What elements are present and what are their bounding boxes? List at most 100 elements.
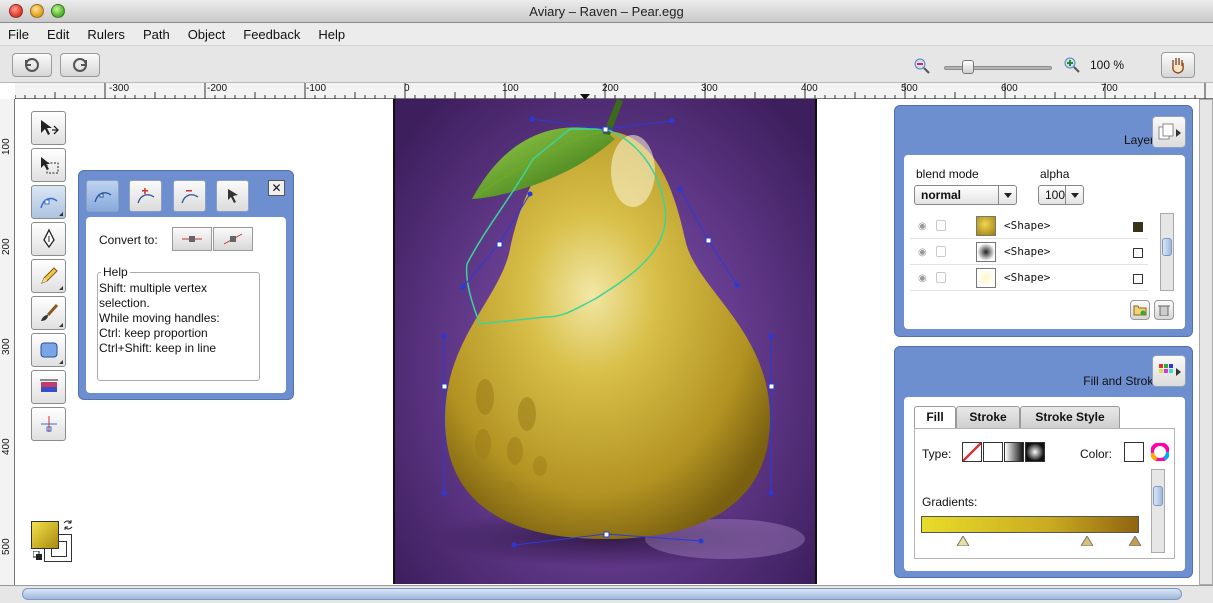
add-layer-folder-button[interactable] <box>1130 300 1150 320</box>
fill-color-swatch-box[interactable] <box>1124 442 1144 462</box>
pear-illustration[interactable] <box>395 99 815 584</box>
ruler-label: 500 <box>1 538 12 555</box>
ruler-label: 700 <box>1101 83 1118 94</box>
artboard[interactable] <box>393 99 817 584</box>
layer-row[interactable]: ◉ <Shape> <box>910 239 1148 265</box>
menu-path[interactable]: Path <box>135 23 180 45</box>
undo-button[interactable] <box>12 53 52 77</box>
edit-node-mode-button[interactable] <box>86 180 119 212</box>
canvas-vertical-scrollbar[interactable] <box>1199 99 1213 585</box>
visibility-eye-icon[interactable]: ◉ <box>918 247 927 258</box>
blend-mode-value: normal <box>921 188 962 202</box>
submenu-corner-icon <box>59 286 63 290</box>
color-grid-icon <box>1159 364 1173 373</box>
layer-select-checkbox[interactable] <box>1133 222 1143 232</box>
layer-row[interactable]: ◉ <Shape> <box>910 213 1148 239</box>
menu-file[interactable]: File <box>0 23 39 45</box>
menu-feedback[interactable]: Feedback <box>235 23 310 45</box>
gradient-bar[interactable] <box>921 516 1139 533</box>
canvas-horizontal-scrollbar[interactable] <box>0 585 1213 603</box>
zoom-window-button[interactable] <box>51 4 65 18</box>
fill-scrollbar[interactable] <box>1151 469 1165 553</box>
layer-select-checkbox[interactable] <box>1133 248 1143 258</box>
brush-tool-button[interactable] <box>31 296 66 330</box>
menu-bar: File Edit Rulers Path Object Feedback He… <box>0 23 1213 46</box>
visibility-eye-icon[interactable]: ◉ <box>918 221 927 232</box>
layer-row[interactable]: ◉ <Shape> <box>910 265 1148 291</box>
menu-edit[interactable]: Edit <box>39 23 79 45</box>
gradient-stop-icon[interactable] <box>957 536 969 546</box>
menu-help[interactable]: Help <box>310 23 355 45</box>
tab-stroke[interactable]: Stroke <box>956 406 1020 428</box>
gradient-stop-icon[interactable] <box>1129 536 1141 546</box>
zoom-in-icon[interactable] <box>1064 57 1080 73</box>
blend-mode-select[interactable]: normal <box>914 185 1017 205</box>
gradient-stop-icon[interactable] <box>1081 536 1093 546</box>
gradient-tool-button[interactable] <box>31 370 66 404</box>
tab-fill[interactable]: Fill <box>914 406 956 429</box>
submenu-corner-icon <box>59 360 63 364</box>
layer-thumbnail <box>976 242 996 262</box>
layer-select-checkbox[interactable] <box>1133 274 1143 284</box>
measure-tool-button[interactable] <box>31 407 66 441</box>
rounded-rect-icon <box>40 342 57 358</box>
fill-type-solid[interactable] <box>983 442 1003 462</box>
pencil-icon <box>40 267 58 284</box>
fill-type-linear-gradient[interactable] <box>1004 442 1024 462</box>
ruler-label: -100 <box>306 83 327 94</box>
fill-stroke-panel-menu-button[interactable] <box>1152 355 1186 387</box>
add-node-button[interactable] <box>129 180 162 212</box>
menu-object[interactable]: Object <box>180 23 236 45</box>
path-edit-tool-button[interactable] <box>31 185 66 219</box>
lock-icon[interactable] <box>936 220 946 231</box>
fill-stroke-panel-title: Fill and Stroke <box>1083 374 1160 388</box>
add-node-icon <box>136 188 154 204</box>
select-tool-button[interactable] <box>31 111 66 145</box>
horizontal-scrollbar-thumb[interactable] <box>22 588 1182 600</box>
toolbar <box>0 46 1213 83</box>
chevron-right-icon <box>1176 129 1181 137</box>
tool-palette <box>31 111 67 444</box>
remove-node-button[interactable] <box>173 180 206 212</box>
help-text: Shift: multiple vertex selection. While … <box>99 281 220 355</box>
convert-to-smooth-button[interactable] <box>213 227 253 251</box>
hand-tool-button[interactable] <box>1161 52 1195 78</box>
fill-type-none[interactable] <box>962 442 982 462</box>
vertical-ruler: 100 200 300 400 500 <box>0 99 15 585</box>
zoom-out-icon[interactable] <box>914 58 930 74</box>
zoom-slider-track[interactable] <box>944 66 1052 70</box>
ruler-label: 300 <box>701 83 718 94</box>
pen-tool-button[interactable] <box>31 222 66 256</box>
bezier-node-icon <box>39 197 57 209</box>
title-bar: Aviary – Raven – Pear.egg <box>0 0 1213 23</box>
lock-icon[interactable] <box>936 272 946 283</box>
visibility-eye-icon[interactable]: ◉ <box>918 273 927 284</box>
marquee-select-tool-button[interactable] <box>31 148 66 182</box>
tab-stroke-style[interactable]: Stroke Style <box>1020 406 1120 428</box>
lock-icon[interactable] <box>936 246 946 257</box>
zoom-slider-thumb[interactable] <box>962 60 974 74</box>
select-node-arrow-button[interactable] <box>216 180 249 212</box>
trash-icon <box>1158 305 1170 316</box>
fill-color-swatch[interactable] <box>31 521 59 549</box>
menu-rulers[interactable]: Rulers <box>79 23 135 45</box>
pencil-tool-button[interactable] <box>31 259 66 293</box>
minimize-window-button[interactable] <box>30 4 44 18</box>
close-panel-button[interactable]: ✕ <box>268 180 285 196</box>
convert-to-corner-button[interactable] <box>172 227 212 251</box>
reset-colors-icon[interactable] <box>33 551 43 561</box>
layers-scrollbar-thumb[interactable] <box>1162 238 1172 256</box>
close-window-button[interactable] <box>9 4 23 18</box>
swap-colors-icon[interactable] <box>62 519 74 531</box>
delete-layer-button[interactable] <box>1154 300 1174 320</box>
layers-panel-menu-button[interactable] <box>1152 116 1186 148</box>
fill-scrollbar-thumb[interactable] <box>1153 486 1163 506</box>
shape-tool-button[interactable] <box>31 333 66 367</box>
ruler-label: 600 <box>1001 83 1018 94</box>
alpha-select[interactable]: 100 <box>1038 185 1084 205</box>
folder-add-icon <box>1133 305 1147 316</box>
redo-button[interactable] <box>60 53 100 77</box>
layers-scrollbar[interactable] <box>1160 213 1174 291</box>
color-wheel-icon[interactable] <box>1151 443 1169 461</box>
fill-type-radial-gradient[interactable] <box>1025 442 1045 462</box>
